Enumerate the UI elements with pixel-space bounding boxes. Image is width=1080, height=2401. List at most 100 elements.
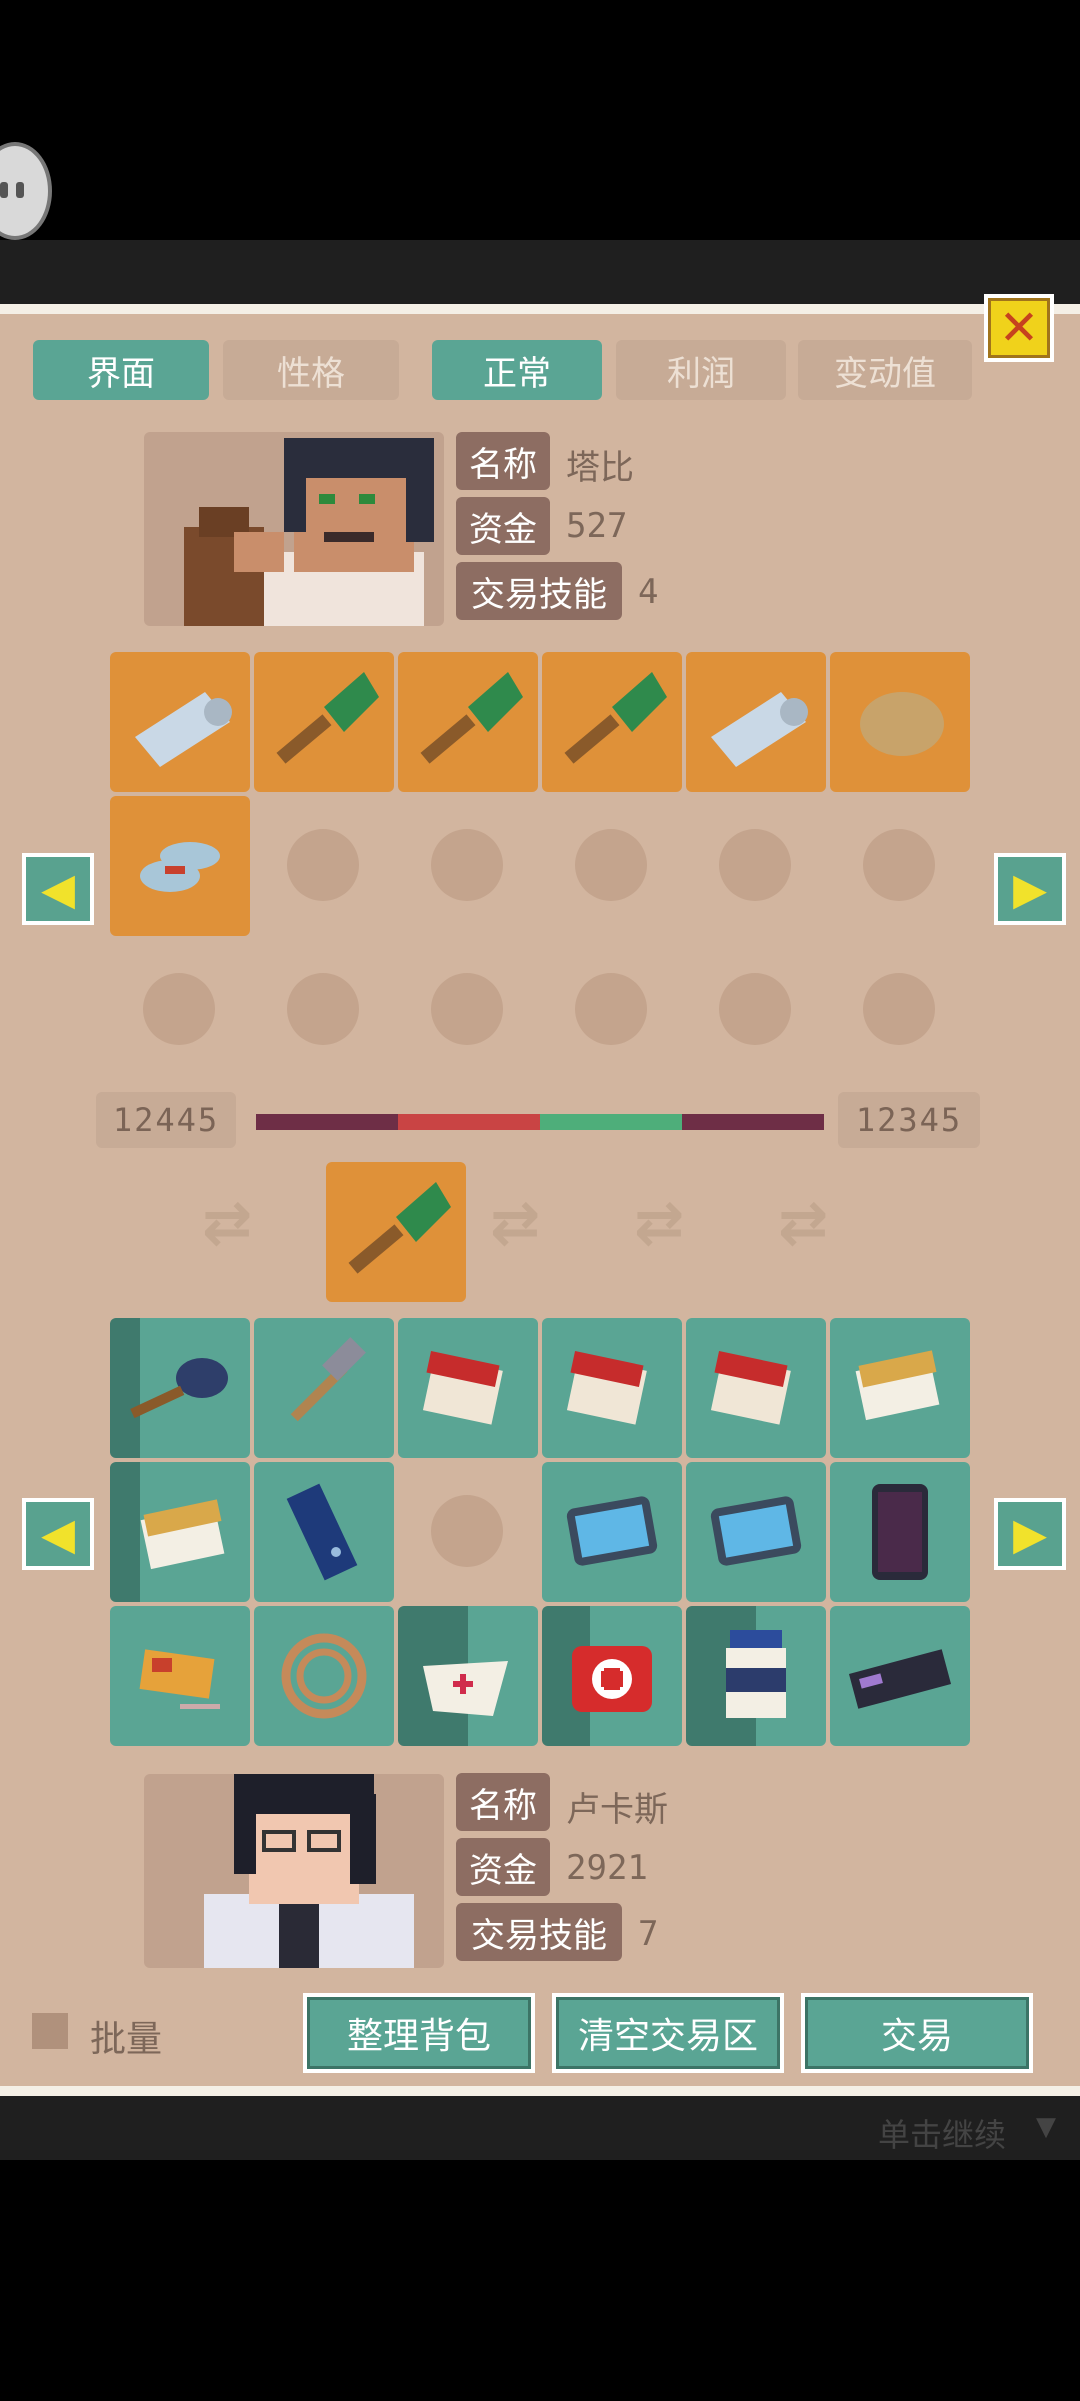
cigarettes-icon — [710, 1350, 791, 1425]
tablet-icon — [566, 1496, 658, 1566]
tablet-icon — [710, 1496, 802, 1566]
trader-portrait — [144, 432, 444, 626]
tab-interface[interactable]: 界面 — [33, 340, 209, 400]
batch-label: 批量 — [90, 2019, 163, 2060]
pill-bottle-icon — [726, 1630, 786, 1718]
player-skill-value: 7 — [638, 1914, 659, 1954]
swap-arrows-icon[interactable]: ⇄ — [202, 1188, 252, 1258]
empty-slot[interactable] — [143, 973, 215, 1045]
trader-slot[interactable] — [398, 652, 538, 792]
player-slot[interactable] — [254, 1606, 394, 1746]
empty-slot[interactable] — [575, 829, 647, 901]
chevron-down-icon: ▼ — [1036, 2112, 1056, 2142]
cigarettes-icon — [566, 1350, 647, 1425]
player-slot[interactable] — [830, 1318, 970, 1458]
swap-arrows-icon[interactable]: ⇄ — [778, 1188, 828, 1258]
trowel-icon — [276, 672, 379, 764]
dialog-top-bar — [0, 240, 1080, 304]
trade-right-value: 12345 — [838, 1092, 980, 1148]
player-name-value: 卢卡斯 — [566, 1790, 668, 1830]
player-slot[interactable] — [110, 1318, 250, 1458]
player-slot[interactable] — [686, 1462, 826, 1602]
trader-funds-value: 527 — [566, 506, 628, 546]
player-slot[interactable] — [542, 1462, 682, 1602]
trade-button[interactable]: 交易 — [801, 1993, 1033, 2073]
bandage-icon — [423, 1661, 508, 1716]
trader-funds-label: 资金 — [456, 497, 550, 555]
close-icon[interactable]: ✕ — [984, 294, 1054, 362]
cigarettes-icon — [422, 1350, 503, 1425]
player-funds-label: 资金 — [456, 1838, 550, 1896]
net-icon — [135, 692, 232, 767]
cigarette-pack-icon — [140, 1499, 225, 1570]
harmonica-icon — [848, 1649, 952, 1709]
player-slot[interactable] — [542, 1318, 682, 1458]
stone-icon — [860, 692, 944, 756]
tab-personality[interactable]: 性格 — [223, 340, 399, 400]
tab-change-value[interactable]: 变动值 — [798, 340, 972, 400]
player-next-page-button[interactable]: ▶ — [994, 1498, 1066, 1570]
empty-slot[interactable] — [431, 1495, 503, 1567]
player-portrait — [144, 1774, 444, 1968]
batch-checkbox[interactable] — [32, 2013, 68, 2049]
empty-slot[interactable] — [287, 973, 359, 1045]
player-name-label: 名称 — [456, 1773, 550, 1831]
net-icon — [711, 692, 808, 767]
empty-slot[interactable] — [719, 973, 791, 1045]
trader-prev-page-button[interactable]: ◀ — [22, 853, 94, 925]
trader-name-label: 名称 — [456, 432, 550, 490]
assistant-robot-icon[interactable] — [0, 142, 52, 240]
first-aid-kit-icon — [572, 1646, 652, 1712]
trader-skill-label: 交易技能 — [456, 562, 622, 620]
empty-slot[interactable] — [863, 829, 935, 901]
empty-slot[interactable] — [431, 973, 503, 1045]
player-slot[interactable] — [254, 1462, 394, 1602]
player-slot[interactable] — [110, 1462, 250, 1602]
trade-left-value: 12445 — [96, 1092, 236, 1148]
player-funds-value: 2921 — [566, 1848, 648, 1888]
tab-normal[interactable]: 正常 — [432, 340, 602, 400]
player-prev-page-button[interactable]: ◀ — [22, 1498, 94, 1570]
frying-pan-icon — [130, 1358, 228, 1419]
clear-trade-area-button[interactable]: 清空交易区 — [552, 1993, 784, 2073]
empty-slot[interactable] — [287, 829, 359, 901]
player-skill-label: 交易技能 — [456, 1903, 622, 1961]
hammer-icon — [290, 1337, 366, 1422]
player-slot[interactable] — [398, 1606, 538, 1746]
swap-arrows-icon[interactable]: ⇄ — [634, 1188, 684, 1258]
matchbox-icon — [139, 1649, 220, 1709]
empty-slot[interactable] — [431, 829, 503, 901]
trowel-icon — [348, 1182, 451, 1274]
trader-skill-value: 4 — [638, 572, 659, 612]
player-slot[interactable] — [542, 1606, 682, 1746]
player-slot[interactable] — [398, 1318, 538, 1458]
slippers-icon — [140, 842, 220, 892]
sort-bag-button[interactable]: 整理背包 — [303, 1993, 535, 2073]
trade-balance-bar — [256, 1114, 824, 1130]
trader-next-page-button[interactable]: ▶ — [994, 853, 1066, 925]
continue-hint[interactable]: 单击继续 — [878, 2110, 1006, 2156]
trader-name-value: 塔比 — [566, 448, 634, 488]
trader-slot[interactable] — [110, 796, 250, 936]
player-slot[interactable] — [110, 1606, 250, 1746]
swap-arrows-icon[interactable]: ⇄ — [490, 1188, 540, 1258]
player-slot[interactable] — [686, 1318, 826, 1458]
trade-slot[interactable] — [326, 1162, 466, 1302]
empty-slot[interactable] — [575, 973, 647, 1045]
empty-slot[interactable] — [719, 829, 791, 901]
trader-slot[interactable] — [686, 652, 826, 792]
rope-icon — [281, 1633, 367, 1719]
player-slot[interactable] — [254, 1318, 394, 1458]
player-slot[interactable] — [686, 1606, 826, 1746]
trader-slot[interactable] — [542, 652, 682, 792]
trowel-icon — [420, 672, 523, 764]
trader-slot[interactable] — [254, 652, 394, 792]
player-slot[interactable] — [830, 1462, 970, 1602]
trader-slot[interactable] — [830, 652, 970, 792]
flashlight-icon — [286, 1483, 358, 1581]
empty-slot[interactable] — [863, 973, 935, 1045]
phone-icon — [872, 1484, 928, 1580]
player-slot[interactable] — [830, 1606, 970, 1746]
tab-profit[interactable]: 利润 — [616, 340, 786, 400]
trader-slot[interactable] — [110, 652, 250, 792]
